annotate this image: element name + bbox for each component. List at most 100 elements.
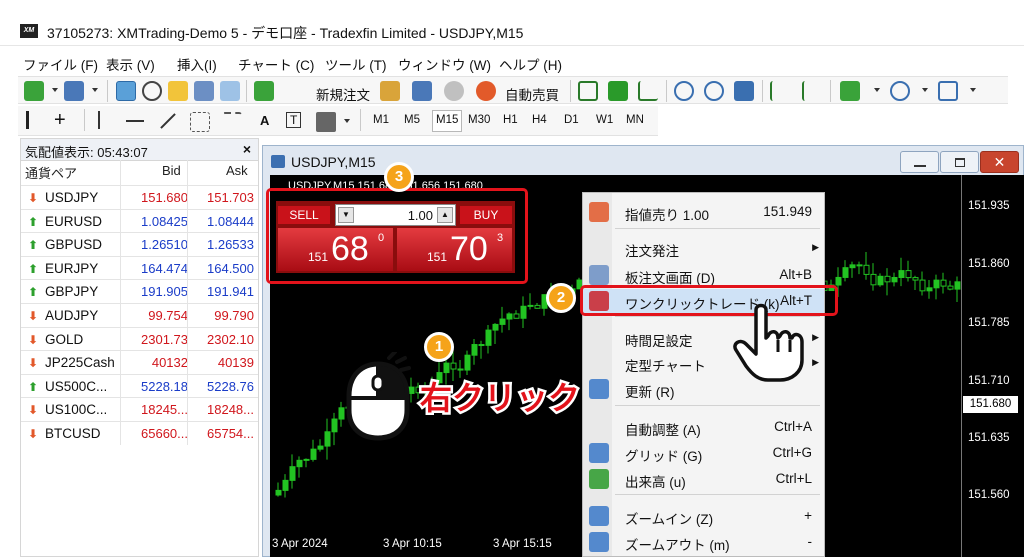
column-ask[interactable]: Ask bbox=[226, 163, 248, 178]
profiles-icon[interactable] bbox=[64, 81, 84, 101]
symbol-row[interactable]: ⬇ US100C... 18245... 18248... bbox=[21, 397, 258, 421]
menu-window[interactable]: ウィンドウ (W) bbox=[398, 54, 491, 74]
crosshair-icon[interactable]: + bbox=[54, 110, 74, 131]
metaeditor-icon[interactable] bbox=[380, 81, 400, 101]
timeframe-h1[interactable]: H1 bbox=[503, 114, 518, 126]
candle-body bbox=[331, 418, 338, 433]
bid-price: 191.905 bbox=[141, 284, 188, 300]
symbol-row[interactable]: ⬇ GOLD 2301.73 2302.10 bbox=[21, 326, 258, 351]
chart-shift-icon[interactable] bbox=[770, 81, 790, 101]
candle-body bbox=[856, 264, 863, 267]
symbol-name: USDJPY bbox=[45, 190, 99, 205]
line-chart-icon[interactable] bbox=[638, 81, 658, 101]
arrow-down-icon: ⬇ bbox=[28, 191, 39, 205]
new-chart-icon[interactable] bbox=[24, 81, 44, 101]
trendline-icon[interactable] bbox=[160, 113, 176, 129]
data-window-icon[interactable] bbox=[142, 81, 162, 101]
menu-insert[interactable]: 挿入(I) bbox=[177, 54, 217, 74]
bar-chart-icon[interactable] bbox=[578, 81, 598, 101]
symbol-row[interactable]: ⬇ BTCUSD 65660... 65754... bbox=[21, 421, 258, 445]
chevron-down-icon[interactable] bbox=[52, 88, 58, 92]
autotrade-icon[interactable] bbox=[476, 81, 496, 101]
timeframe-m5[interactable]: M5 bbox=[404, 114, 420, 126]
chevron-down-icon[interactable] bbox=[922, 88, 928, 92]
signals-icon[interactable] bbox=[444, 81, 464, 101]
grid-icon bbox=[589, 443, 609, 463]
vertical-line-icon[interactable] bbox=[98, 111, 100, 129]
chat-icon[interactable] bbox=[412, 81, 432, 101]
menu-view[interactable]: 表示 (V) bbox=[106, 54, 155, 74]
context-menu-item[interactable]: 指値売り 1.00 151.949 bbox=[583, 200, 824, 224]
horizontal-line-icon[interactable] bbox=[126, 120, 144, 122]
indicators-icon[interactable] bbox=[840, 81, 860, 101]
timeframe-h4[interactable]: H4 bbox=[532, 114, 547, 126]
menu-tools[interactable]: ツール (T) bbox=[325, 54, 387, 74]
context-menu-item[interactable]: 板注文画面 (D) Alt+B bbox=[583, 263, 824, 287]
ask-price: 18248... bbox=[207, 402, 254, 418]
chevron-down-icon[interactable] bbox=[92, 88, 98, 92]
cursor-icon[interactable] bbox=[26, 111, 40, 129]
symbol-row[interactable]: ⬇ AUDJPY 99.754 99.790 bbox=[21, 303, 258, 327]
periods-icon[interactable] bbox=[890, 81, 910, 101]
candlestick-icon[interactable] bbox=[608, 81, 628, 101]
text-label-tool[interactable]: T bbox=[286, 112, 302, 128]
tile-windows-icon[interactable] bbox=[734, 81, 754, 101]
navigator-icon[interactable] bbox=[168, 81, 188, 101]
timeframe-d1[interactable]: D1 bbox=[564, 114, 579, 126]
context-menu-item[interactable]: 注文発注 ▶ bbox=[583, 236, 824, 260]
highlight-frame bbox=[266, 188, 528, 284]
minimize-button[interactable] bbox=[900, 151, 939, 173]
timeframe-m30[interactable]: M30 bbox=[468, 114, 490, 126]
close-button[interactable]: ✕ bbox=[980, 151, 1019, 173]
arrows-icon[interactable] bbox=[316, 112, 336, 132]
column-symbol[interactable]: 通貨ペア bbox=[25, 163, 77, 182]
timeframe-mn[interactable]: MN bbox=[626, 114, 644, 126]
restore-button[interactable] bbox=[940, 151, 979, 173]
submenu-arrow-icon: ▶ bbox=[812, 357, 819, 367]
context-menu-item[interactable]: ズームアウト (m) - bbox=[583, 530, 824, 554]
terminal-icon[interactable] bbox=[194, 81, 214, 101]
menu-file[interactable]: ファイル (F) bbox=[23, 54, 98, 74]
refresh-icon bbox=[589, 379, 609, 399]
candle-body bbox=[471, 344, 478, 356]
context-menu-item[interactable]: ズームイン (Z) + bbox=[583, 504, 824, 528]
chevron-down-icon[interactable] bbox=[970, 88, 976, 92]
menu-item-label: 指値売り 1.00 bbox=[625, 208, 710, 223]
drawing-toolbar: + A T M1 M5 M15 M30 H1 H4 D1 W1 MN bbox=[18, 106, 658, 136]
context-menu-item[interactable]: 自動調整 (A) Ctrl+A bbox=[583, 415, 824, 439]
menu-help[interactable]: ヘルプ (H) bbox=[499, 54, 562, 74]
symbol-row[interactable]: ⬆ EURJPY 164.474 164.500 bbox=[21, 255, 258, 280]
symbol-row[interactable]: ⬆ GBPJPY 191.905 191.941 bbox=[21, 279, 258, 303]
chevron-down-icon[interactable] bbox=[874, 88, 880, 92]
menu-chart[interactable]: チャート (C) bbox=[238, 54, 314, 74]
new-order-icon[interactable] bbox=[254, 81, 274, 101]
symbol-row[interactable]: ⬆ US500C... 5228.18 5228.76 bbox=[21, 373, 258, 398]
symbol-row[interactable]: ⬆ EURUSD 1.08425 1.08444 bbox=[21, 208, 258, 233]
symbol-row[interactable]: ⬆ GBPUSD 1.26510 1.26533 bbox=[21, 232, 258, 256]
templates-icon[interactable] bbox=[938, 81, 958, 101]
timeframe-m15[interactable]: M15 bbox=[436, 114, 458, 126]
timeframe-m1[interactable]: M1 bbox=[373, 114, 389, 126]
auto-scroll-icon[interactable] bbox=[802, 81, 822, 101]
text-tool[interactable]: A bbox=[260, 113, 269, 128]
bid-price: 40132 bbox=[151, 355, 188, 371]
symbol-row[interactable]: ⬇ USDJPY 151.680 151.703 bbox=[21, 185, 258, 209]
zoom-out-icon[interactable] bbox=[704, 81, 724, 101]
fibonacci-icon[interactable] bbox=[222, 112, 242, 132]
chevron-down-icon[interactable] bbox=[344, 119, 350, 123]
autotrade-button[interactable]: 自動売買 bbox=[505, 84, 559, 104]
new-order-button[interactable]: 新規注文 bbox=[316, 84, 370, 104]
price-label: 151.935 bbox=[968, 200, 1010, 212]
column-bid[interactable]: Bid bbox=[162, 163, 181, 178]
context-menu-item[interactable]: 出来高 (u) Ctrl+L bbox=[583, 467, 824, 491]
market-watch-icon[interactable] bbox=[116, 81, 136, 101]
close-icon[interactable]: × bbox=[243, 141, 251, 157]
symbol-name: GBPUSD bbox=[45, 237, 103, 253]
channel-icon[interactable] bbox=[190, 112, 210, 132]
zoom-in-icon[interactable] bbox=[674, 81, 694, 101]
symbol-row[interactable]: ⬇ JP225Cash 40132 40139 bbox=[21, 350, 258, 374]
standard-toolbar: 新規注文 自動売買 bbox=[18, 76, 1008, 104]
timeframe-w1[interactable]: W1 bbox=[596, 114, 613, 126]
context-menu-item[interactable]: グリッド (G) Ctrl+G bbox=[583, 441, 824, 465]
strategy-tester-icon[interactable] bbox=[220, 81, 240, 101]
